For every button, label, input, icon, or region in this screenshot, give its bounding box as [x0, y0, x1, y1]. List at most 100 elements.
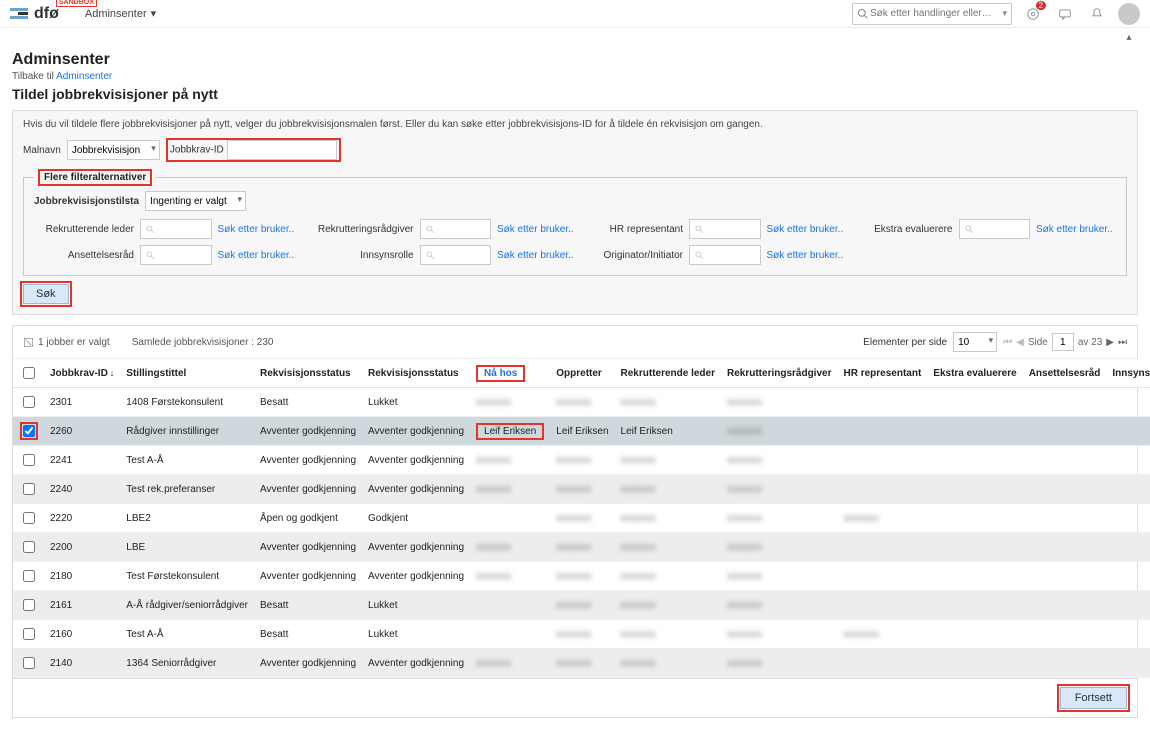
people-label: Rekrutteringsrådgiver — [304, 224, 414, 235]
pager-current[interactable] — [1052, 333, 1074, 351]
people-search-link[interactable]: Søk etter bruker.. — [218, 250, 298, 261]
continue-button[interactable]: Fortsett — [1060, 687, 1127, 709]
col-ekstra-ev[interactable]: Ekstra evaluerere — [927, 359, 1022, 388]
col-rekr-radgiver[interactable]: Rekrutteringsrådgiver — [721, 359, 837, 388]
people-search-link[interactable]: Søk etter bruker.. — [767, 224, 847, 235]
deselect-icon[interactable]: 1 jobber er valgt — [23, 337, 110, 348]
table-cell: xxxxxxx — [721, 504, 837, 533]
table-row[interactable]: 2180Test FørstekonsulentAvventer godkjen… — [13, 562, 1150, 591]
pager-prev-icon[interactable]: ◀ — [1016, 337, 1024, 348]
table-row[interactable]: 2200LBEAvventer godkjenningAvventer godk… — [13, 533, 1150, 562]
table-cell — [1023, 562, 1107, 591]
table-row[interactable]: 2241Test A-ÅAvventer godkjenningAvventer… — [13, 446, 1150, 475]
table-cell: xxxxxxx — [615, 591, 721, 620]
col-naa-hos[interactable]: Nå hos — [470, 359, 550, 388]
table-toolbar: 1 jobber er valgt Samlede jobbrekvisisjo… — [13, 326, 1137, 359]
table-cell: Test A-Å — [120, 446, 254, 475]
table-cell: xxxxxxx — [550, 649, 614, 678]
col-hr-rep[interactable]: HR representant — [837, 359, 927, 388]
people-search-input[interactable] — [689, 245, 761, 265]
collapse-caret-icon[interactable]: ▴ — [1118, 28, 1140, 43]
per-page-select[interactable]: 10 — [953, 332, 997, 352]
pager-next-icon[interactable]: ▶ — [1106, 337, 1114, 348]
brand-badge: SANDBOX — [56, 0, 97, 7]
table-cell — [837, 562, 927, 591]
col-ansettelsesrad[interactable]: Ansettelsesråd — [1023, 359, 1107, 388]
table-cell: 2200 — [44, 533, 120, 562]
row-checkbox[interactable] — [23, 570, 35, 582]
crumb-link[interactable]: Adminsenter — [56, 71, 112, 82]
jobbkrav-input[interactable] — [227, 140, 337, 160]
people-search-input[interactable] — [959, 219, 1031, 239]
user-avatar[interactable] — [1118, 3, 1140, 25]
panel-hint: Hvis du vil tildele flere jobbrekvisisjo… — [23, 119, 1127, 130]
people-search-input[interactable] — [140, 245, 212, 265]
row-checkbox[interactable] — [23, 483, 35, 495]
global-search[interactable]: ▾ — [852, 3, 1012, 25]
people-search-input[interactable] — [420, 219, 492, 239]
row-checkbox[interactable] — [23, 657, 35, 669]
table-row[interactable]: 2161A-Å rådgiver/seniorrådgiverBesattLuk… — [13, 591, 1150, 620]
table-row[interactable]: 2220LBE2Åpen og godkjentGodkjentxxxxxxxx… — [13, 504, 1150, 533]
table-row[interactable]: 23011408 FørstekonsulentBesattLukketxxxx… — [13, 388, 1150, 417]
row-checkbox[interactable] — [23, 425, 35, 437]
search-button[interactable]: Søk — [23, 284, 69, 304]
people-label: Innsynsrolle — [304, 250, 414, 261]
people-search-link[interactable]: Søk etter bruker.. — [218, 224, 298, 235]
table-cell — [927, 591, 1022, 620]
col-oppretter[interactable]: Oppretter — [550, 359, 614, 388]
malnavn-select[interactable]: Jobbrekvisisjon — [67, 140, 160, 160]
people-search-input[interactable] — [420, 245, 492, 265]
bell-icon[interactable] — [1086, 3, 1108, 25]
pager-first-icon[interactable]: ⏮ — [1003, 337, 1012, 348]
row-checkbox[interactable] — [23, 541, 35, 553]
table-cell: 1364 Seniorrådgiver — [120, 649, 254, 678]
row-checkbox[interactable] — [23, 512, 35, 524]
global-search-input[interactable] — [868, 7, 1002, 20]
row-checkbox[interactable] — [23, 396, 35, 408]
people-search-link[interactable]: Søk etter bruker.. — [1036, 224, 1116, 235]
table-cell — [1023, 620, 1107, 649]
table-cell: xxxxxxx — [550, 475, 614, 504]
table-cell — [927, 620, 1022, 649]
table-cell: Rådgiver innstillinger — [120, 417, 254, 446]
table-cell: xxxxxxx — [550, 504, 614, 533]
status-select[interactable]: Ingenting er valgt — [145, 191, 246, 211]
chevron-down-icon[interactable]: ▾ — [1002, 8, 1007, 19]
status-row: Jobbrekvisisjonstilsta Ingenting er valg… — [34, 191, 1116, 211]
table-row[interactable]: 2260Rådgiver innstillingerAvventer godkj… — [13, 417, 1150, 446]
table-cell: xxxxxxx — [721, 475, 837, 504]
table-cell: Avventer godkjenning — [254, 417, 362, 446]
people-search-input[interactable] — [689, 219, 761, 239]
table-cell — [837, 417, 927, 446]
row-checkbox[interactable] — [23, 599, 35, 611]
people-search-link[interactable]: Søk etter bruker.. — [497, 224, 577, 235]
nav-adminsenter[interactable]: Adminsenter ▾ — [85, 7, 156, 20]
table-cell: Avventer godkjenning — [254, 533, 362, 562]
table-row[interactable]: 2240Test rek.preferanserAvventer godkjen… — [13, 475, 1150, 504]
col-rekv-status-1[interactable]: Rekvisisjonsstatus — [254, 359, 362, 388]
table-row[interactable]: 21401364 SeniorrådgiverAvventer godkjenn… — [13, 649, 1150, 678]
support-icon[interactable]: 2 — [1022, 3, 1044, 25]
people-search-input[interactable] — [140, 219, 212, 239]
pager: ⏮ ◀ Side av 23 ▶ ⏭ — [1003, 333, 1127, 351]
people-search-link[interactable]: Søk etter bruker.. — [767, 250, 847, 261]
table-cell: xxxxxxx — [615, 475, 721, 504]
table-cell: xxxxxxx — [615, 562, 721, 591]
col-rekv-status-2[interactable]: Rekvisisjonsstatus — [362, 359, 470, 388]
table-cell — [1106, 620, 1150, 649]
row-checkbox[interactable] — [23, 628, 35, 640]
pager-last-icon[interactable]: ⏭ — [1118, 337, 1127, 348]
chat-icon[interactable] — [1054, 3, 1076, 25]
col-jobbkrav-id[interactable]: Jobbkrav-ID↓ — [44, 359, 120, 388]
col-stillingstittel[interactable]: Stillingstittel — [120, 359, 254, 388]
select-all-checkbox[interactable] — [23, 367, 35, 379]
table-cell: xxxxxxx — [550, 446, 614, 475]
people-search-link[interactable]: Søk etter bruker.. — [497, 250, 577, 261]
col-innsynsrolle[interactable]: Innsynsrolle — [1106, 359, 1150, 388]
col-rekr-leder[interactable]: Rekrutterende leder — [615, 359, 721, 388]
row-checkbox[interactable] — [23, 454, 35, 466]
table-cell: Avventer godkjenning — [362, 446, 470, 475]
table-row[interactable]: 2160Test A-ÅBesattLukketxxxxxxxxxxxxxxxx… — [13, 620, 1150, 649]
table-cell: xxxxxxx — [550, 591, 614, 620]
